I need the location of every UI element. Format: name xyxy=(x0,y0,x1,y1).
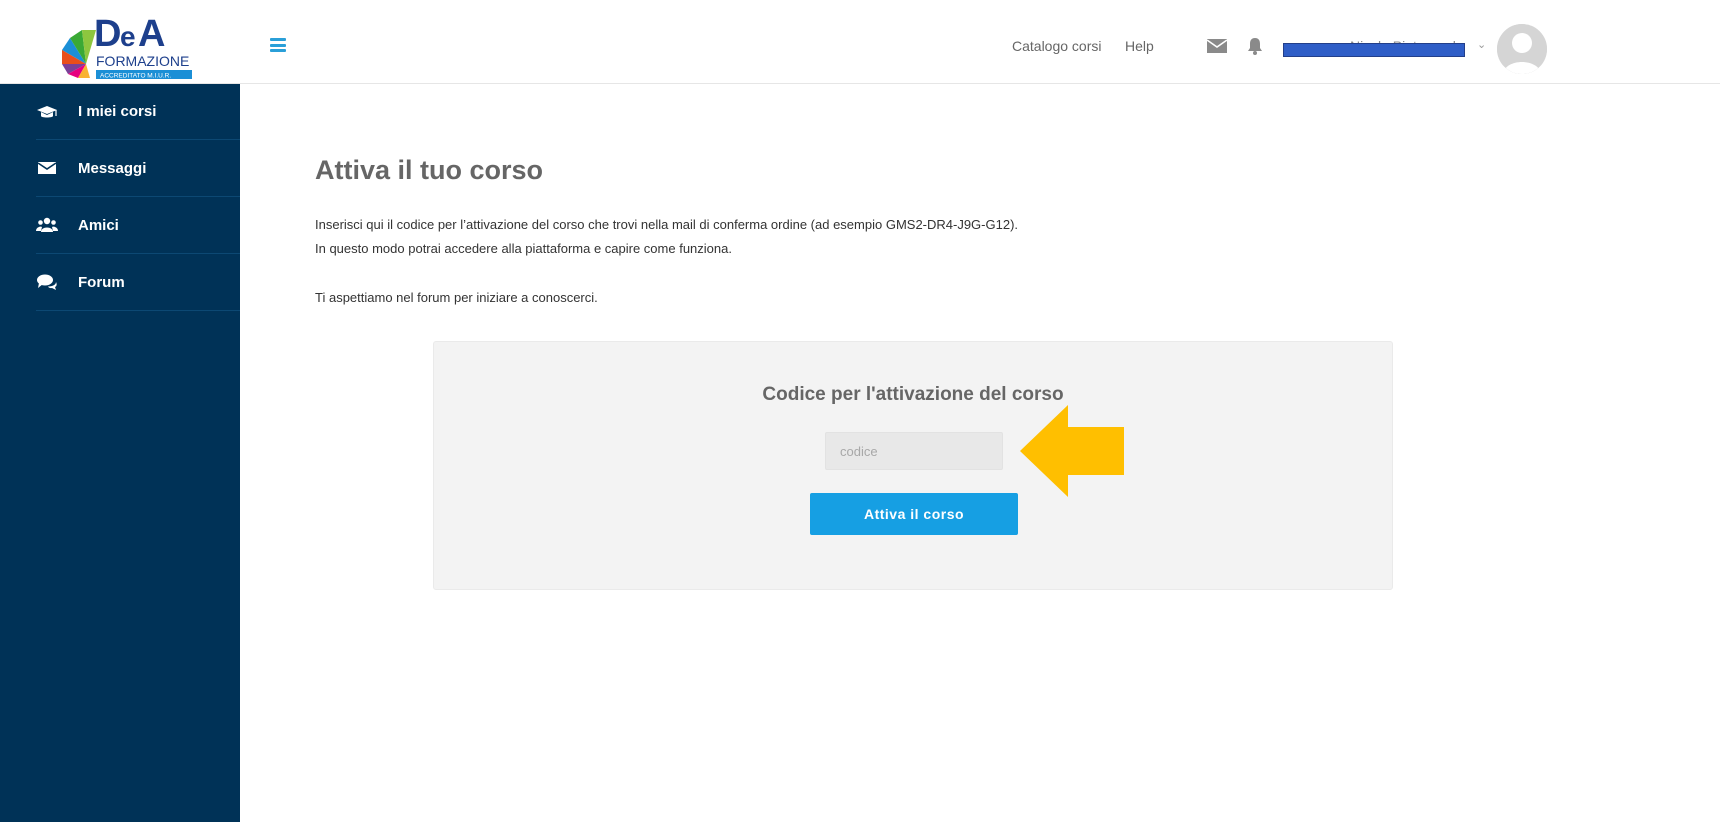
forum-invite-text: Ti aspettiamo nel forum per iniziare a c… xyxy=(315,290,598,305)
activation-card: Codice per l'attivazione del corso Attiv… xyxy=(433,341,1393,590)
sidebar-item-label: I miei corsi xyxy=(78,103,157,120)
graduation-cap-icon xyxy=(36,103,58,121)
activate-course-button[interactable]: Attiva il corso xyxy=(810,493,1018,535)
menu-toggle-icon[interactable] xyxy=(270,38,286,52)
arrow-left-icon xyxy=(1020,405,1124,497)
comments-icon xyxy=(36,273,58,291)
activation-code-input[interactable] xyxy=(825,432,1003,470)
sidebar-item-forum[interactable]: Forum xyxy=(36,254,240,311)
help-link[interactable]: Help xyxy=(1125,38,1154,54)
sidebar-item-label: Messaggi xyxy=(78,159,147,177)
intro-text: Inserisci qui il codice per l’attivazion… xyxy=(315,217,1019,232)
svg-text:A: A xyxy=(138,13,165,55)
sidebar-item-my-courses[interactable]: I miei corsi xyxy=(36,84,240,140)
svg-text:ACCREDITATO M.I.U.R.: ACCREDITATO M.I.U.R. xyxy=(100,73,171,80)
sidebar-item-friends[interactable]: Amici xyxy=(36,197,240,254)
envelope-icon xyxy=(36,159,58,177)
svg-text:e: e xyxy=(120,21,136,52)
avatar[interactable] xyxy=(1497,24,1547,74)
top-header: D e A FORMAZIONE ACCREDITATO M.I.U.R. Ca… xyxy=(0,0,1720,84)
catalog-link[interactable]: Catalogo corsi xyxy=(1012,38,1102,54)
dea-formazione-logo[interactable]: D e A FORMAZIONE ACCREDITATO M.I.U.R. xyxy=(56,8,198,82)
sidebar: I miei corsi Messaggi Amici Forum xyxy=(0,84,240,822)
page-title: Attiva il tuo corso xyxy=(315,155,544,185)
sidebar-item-messages[interactable]: Messaggi xyxy=(36,140,240,197)
svg-text:FORMAZIONE: FORMAZIONE xyxy=(96,53,189,69)
intro-text: In questo modo potrai accedere alla piat… xyxy=(315,241,732,256)
activation-card-title: Codice per l'attivazione del corso xyxy=(762,384,1064,405)
chevron-down-icon[interactable]: ⌄ xyxy=(1477,38,1486,51)
redaction-bar xyxy=(1283,43,1465,57)
mail-icon[interactable] xyxy=(1206,37,1228,55)
sidebar-item-label: Forum xyxy=(78,273,125,291)
sidebar-item-label: Amici xyxy=(78,216,119,234)
users-icon xyxy=(36,216,58,234)
bell-icon[interactable] xyxy=(1244,37,1266,55)
svg-text:D: D xyxy=(94,13,121,55)
